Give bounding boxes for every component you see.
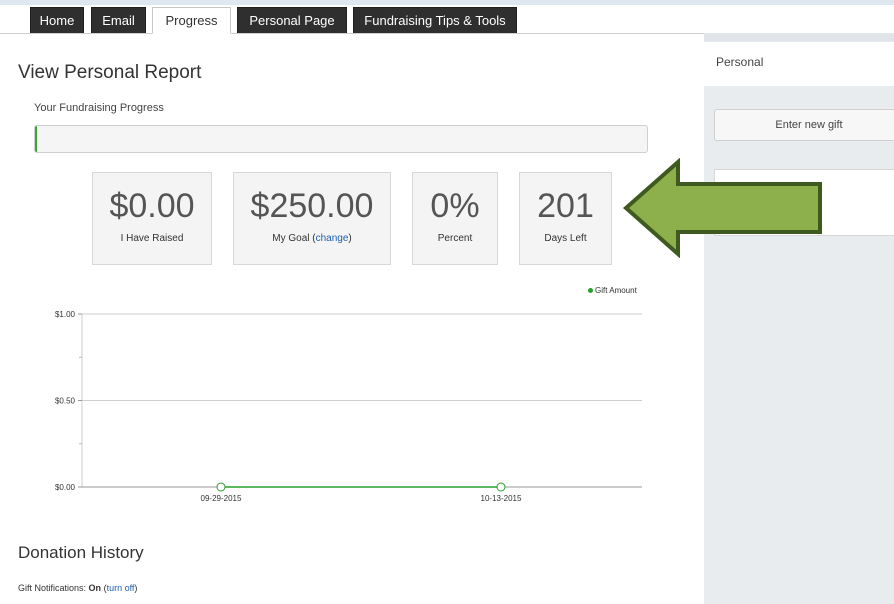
legend-marker bbox=[588, 288, 593, 294]
stat-percent: 0% Percent bbox=[412, 172, 498, 265]
chart-legend[interactable]: Gift Amount bbox=[588, 286, 637, 295]
tab-bar: Home Email Progress Personal Page Fundra… bbox=[0, 0, 894, 34]
gift-notifications-state: On bbox=[88, 583, 102, 593]
stat-goal: $250.00 My Goal (change) bbox=[233, 172, 391, 265]
goal-label-prefix: My Goal ( bbox=[272, 233, 316, 244]
progress-label: Your Fundraising Progress bbox=[34, 102, 164, 114]
data-point bbox=[216, 482, 226, 492]
gift-notifications: Gift Notifications: On (turn off) bbox=[18, 583, 137, 593]
x-tick-label: 10-13-2015 bbox=[481, 494, 522, 503]
stat-days-left: 201 Days Left bbox=[519, 172, 612, 265]
goal-amount: $250.00 bbox=[250, 187, 374, 225]
days-left-label: Days Left bbox=[544, 233, 587, 244]
paren-close: ) bbox=[134, 583, 138, 593]
goal-label-suffix: ) bbox=[348, 233, 352, 244]
progress-bar-fill bbox=[35, 126, 37, 152]
personal-title: Personal bbox=[716, 55, 764, 69]
percent-value: 0% bbox=[430, 187, 480, 225]
raised-amount: $0.00 bbox=[109, 187, 195, 225]
callout-arrow-icon bbox=[622, 158, 822, 258]
gift-notifications-label: Gift Notifications: bbox=[18, 583, 87, 593]
tab-personal-page[interactable]: Personal Page bbox=[237, 7, 347, 33]
data-point bbox=[496, 482, 506, 492]
change-goal-link[interactable]: change bbox=[316, 233, 349, 244]
page-title: View Personal Report bbox=[18, 62, 202, 83]
fundraising-progress-bar bbox=[34, 125, 648, 153]
days-left-value: 201 bbox=[537, 187, 594, 225]
y-tick-label: $1.00 bbox=[55, 310, 76, 319]
raised-label: I Have Raised bbox=[120, 233, 184, 244]
x-tick-label: 09-29-2015 bbox=[201, 494, 242, 503]
enter-new-gift-button[interactable]: Enter new gift bbox=[714, 109, 894, 141]
tab-progress[interactable]: Progress bbox=[152, 7, 231, 34]
y-tick-label: $0.00 bbox=[55, 483, 76, 492]
legend-label: Gift Amount bbox=[595, 286, 637, 295]
right-sidebar: Personal Enter new gift bbox=[704, 33, 894, 604]
tab-home[interactable]: Home bbox=[30, 7, 84, 33]
stat-raised: $0.00 I Have Raised bbox=[92, 172, 212, 265]
gift-amount-chart: $1.00 $0.50 $0.00 09-29-2015 10-13-2015 bbox=[55, 310, 642, 503]
tab-fundraising-tips-tools[interactable]: Fundraising Tips & Tools bbox=[353, 7, 517, 33]
tab-email[interactable]: Email bbox=[91, 7, 146, 33]
turn-off-notifications-link[interactable]: turn off bbox=[107, 583, 135, 593]
goal-label: My Goal (change) bbox=[234, 233, 390, 244]
percent-label: Percent bbox=[437, 233, 473, 244]
sidebar-top-band bbox=[704, 33, 894, 41]
y-tick-label: $0.50 bbox=[55, 397, 76, 406]
donation-history-title: Donation History bbox=[18, 543, 144, 562]
